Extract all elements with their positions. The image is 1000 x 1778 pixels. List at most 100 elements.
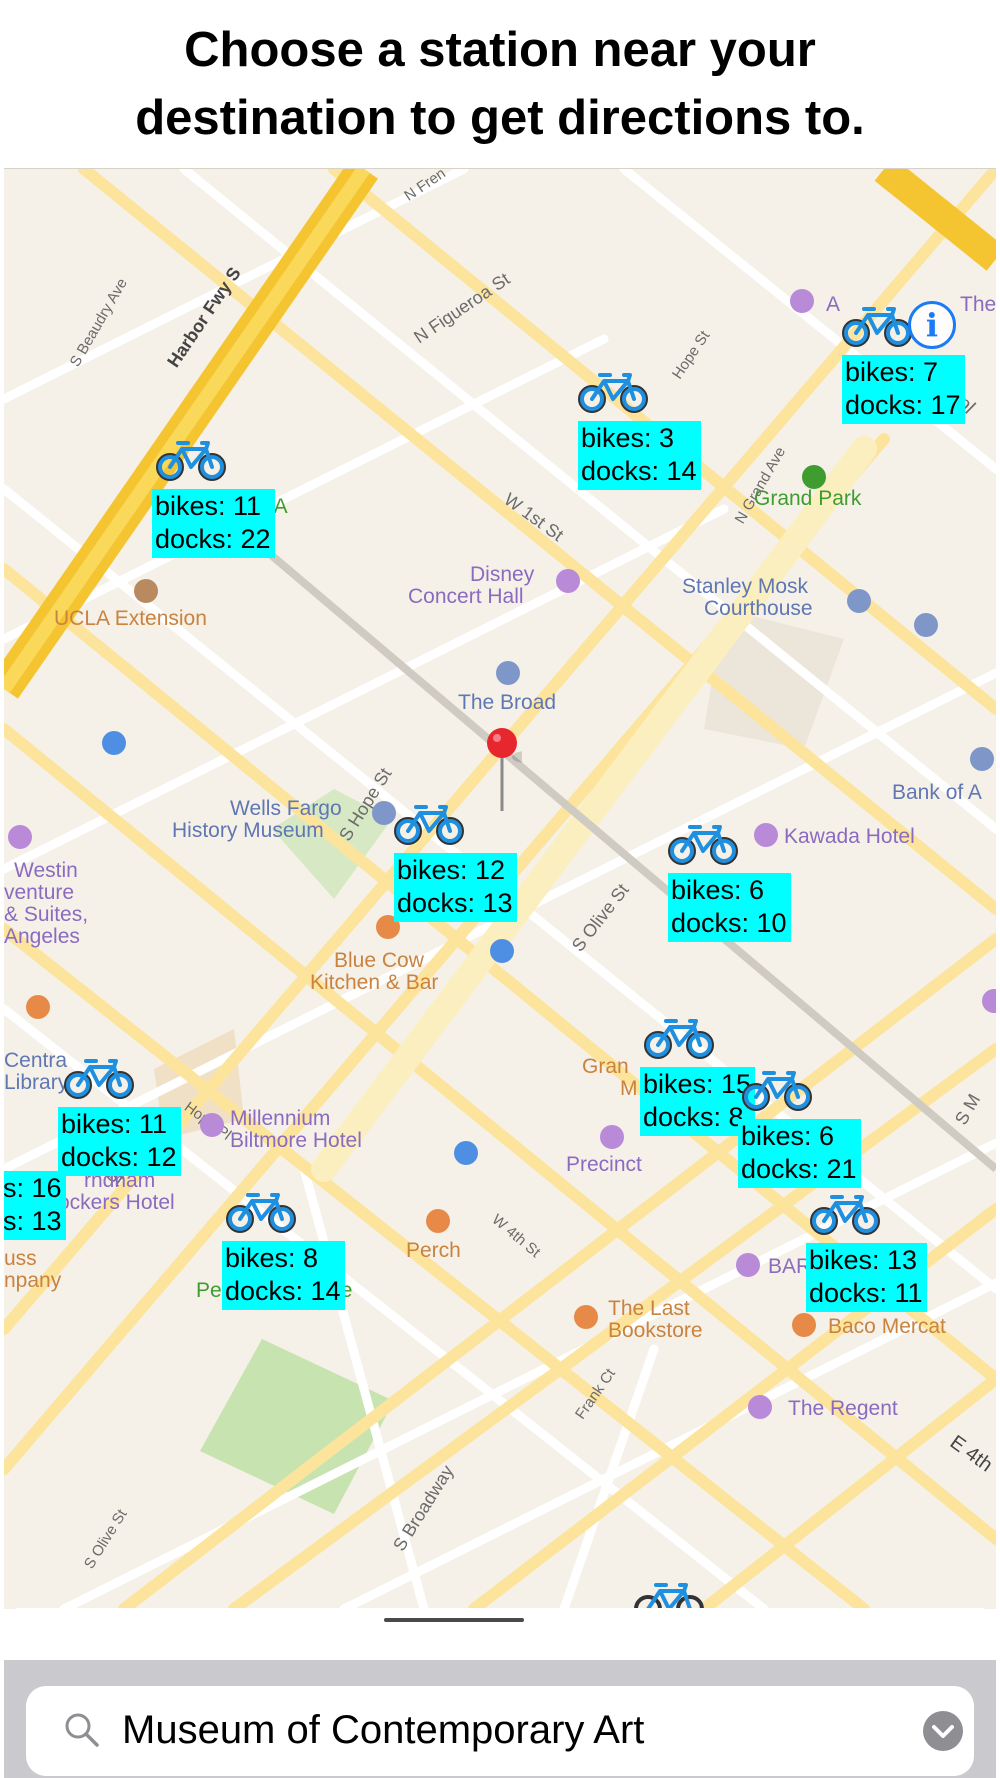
- bicycle-icon: [578, 373, 648, 413]
- poi-precinct: Precinct: [566, 1153, 642, 1176]
- bar-icon: [600, 1125, 624, 1149]
- restaurant-icon: [26, 995, 50, 1019]
- bicycle-icon[interactable]: [634, 1577, 704, 1609]
- bookstore-icon: [574, 1305, 598, 1329]
- bank-icon: [970, 747, 994, 771]
- poi-blue-cow-line1: Blue Cow: [334, 949, 424, 972]
- station-availability: bikes: 11 docks: 22: [152, 489, 275, 558]
- metro-icon: [490, 939, 514, 963]
- bicycle-icon: [394, 805, 464, 845]
- docks-count: docks: 17: [845, 390, 961, 420]
- station-availability: bikes: 8 docks: 14: [222, 1241, 345, 1310]
- metro-icon: [454, 1141, 478, 1165]
- station-availability: bikes: 13 docks: 11: [806, 1243, 927, 1312]
- bikes-count: bikes: 7: [845, 357, 939, 387]
- poi-ucla-extension: UCLA Extension: [54, 607, 207, 630]
- station-availability: bikes: 12 docks: 13: [394, 853, 517, 922]
- poi-stanley-line1: Stanley Mosk: [682, 575, 809, 598]
- poi-last-line2: Bookstore: [608, 1319, 703, 1342]
- restaurant-icon: [426, 1209, 450, 1233]
- parking-icon: [102, 731, 126, 755]
- poi-perch: Perch: [406, 1239, 461, 1262]
- bikes-count: bikes: 15: [643, 1069, 752, 1099]
- bicycle-icon: [842, 307, 912, 347]
- info-icon[interactable]: i: [908, 301, 956, 349]
- poi-central-line1: Centra: [4, 1049, 68, 1072]
- station-availability: bikes: 7 docks: 17: [842, 355, 965, 424]
- poi-grand-park: Grand Park: [754, 487, 862, 510]
- poi-blue-cow-line2: Kitchen & Bar: [310, 971, 439, 994]
- metro-icon: [914, 613, 938, 637]
- bicycle-icon: [810, 1195, 880, 1235]
- bicycle-icon: [226, 1193, 296, 1233]
- chevron-down-icon[interactable]: [922, 1710, 964, 1752]
- poi-millennium-line2: Biltmore Hotel: [230, 1129, 362, 1152]
- sheet-grabber-handle[interactable]: [384, 1618, 524, 1622]
- poi-westin-line3: & Suites,: [4, 903, 89, 926]
- poi-pany: npany: [4, 1269, 62, 1292]
- docks-count: docks: 21: [741, 1154, 857, 1184]
- station-availability: bikes: 6 docks: 21: [738, 1119, 861, 1188]
- poi-a-partial: A: [826, 293, 841, 316]
- poi-westin-line2: venture: [4, 881, 75, 904]
- restaurant-icon: [792, 1313, 816, 1337]
- bicycle-icon: [644, 1019, 714, 1059]
- poi-bar: BAR: [768, 1255, 812, 1278]
- education-icon: [134, 579, 158, 603]
- bikes-count: bikes: 11: [61, 1109, 168, 1139]
- poi-regent: The Regent: [788, 1397, 898, 1420]
- bikes-count: bikes: 3: [581, 423, 675, 453]
- bottom-sheet[interactable]: Museum of Contemporary Art: [4, 1608, 996, 1778]
- docks-count: docks: 8: [643, 1102, 744, 1132]
- poi-kawada: Kawada Hotel: [784, 825, 915, 848]
- instruction-title: Choose a station near your destination t…: [135, 16, 865, 152]
- station-availability: bikes: 11 docks: 12: [58, 1107, 181, 1176]
- bikes-count: bikes: 6: [671, 875, 765, 905]
- poi-wells-line2: History Museum: [172, 819, 324, 842]
- docks-count: docks: 10: [671, 908, 787, 938]
- location-pin-icon[interactable]: [482, 727, 540, 817]
- poi-central-line2: Library: [4, 1071, 69, 1094]
- map-view[interactable]: N Figueroa St Harbor Fwy S S Beaudry Ave…: [4, 168, 996, 1609]
- poi-bank: Bank of A: [892, 781, 982, 804]
- poi-disney-line1: Disney: [470, 563, 535, 586]
- courthouse-icon: [847, 589, 871, 613]
- poi-last-line1: The Last: [608, 1297, 690, 1320]
- docks-count: docks: 12: [61, 1142, 177, 1172]
- music-icon: [556, 569, 580, 593]
- bikes-count: bikes: 8: [225, 1243, 319, 1273]
- museum-icon: [372, 801, 396, 825]
- hotel-icon: [200, 1113, 224, 1137]
- music-icon: [748, 1395, 772, 1419]
- theater-icon: [790, 289, 814, 313]
- station-availability: bikes: 3 docks: 14: [578, 421, 701, 490]
- poi-the-broad: The Broad: [458, 691, 557, 714]
- docks-count: docks: 14: [581, 456, 697, 486]
- hotel-icon: [8, 825, 32, 849]
- poi-millennium-line1: Millennium: [230, 1107, 331, 1130]
- instruction-line-1: Choose a station near your: [184, 23, 816, 77]
- bicycle-icon: [156, 441, 226, 481]
- search-input-value[interactable]: Museum of Contemporary Art: [122, 1706, 644, 1754]
- instruction-line-2: destination to get directions to.: [135, 91, 865, 145]
- docks-count: docks: 13: [397, 888, 513, 918]
- instruction-header: Choose a station near your destination t…: [0, 0, 1000, 168]
- bicycle-icon: [668, 825, 738, 865]
- bikes-count: bikes: 6: [741, 1121, 835, 1151]
- bicycle-icon: [64, 1059, 134, 1099]
- poi-uss: uss: [4, 1247, 37, 1270]
- poi-westin-line4: Angeles: [4, 925, 80, 948]
- poi-wyndham-line2: ockers Hotel: [58, 1191, 175, 1214]
- poi-stanley-line2: Courthouse: [704, 597, 813, 620]
- docks-count: s: 13: [4, 1206, 62, 1236]
- docks-count: docks: 14: [225, 1276, 341, 1306]
- bikes-count: bikes: 13: [809, 1245, 918, 1275]
- hotel-icon: [754, 823, 778, 847]
- docks-count: docks: 11: [809, 1278, 923, 1308]
- poi-disney-line2: Concert Hall: [408, 585, 524, 608]
- docks-count: docks: 22: [155, 524, 271, 554]
- search-input[interactable]: Museum of Contemporary Art: [26, 1686, 974, 1776]
- poi-baco: Baco Mercat: [828, 1315, 946, 1338]
- bikes-count: bikes: 12: [397, 855, 506, 885]
- poi-westin-line1: Westin: [14, 859, 78, 882]
